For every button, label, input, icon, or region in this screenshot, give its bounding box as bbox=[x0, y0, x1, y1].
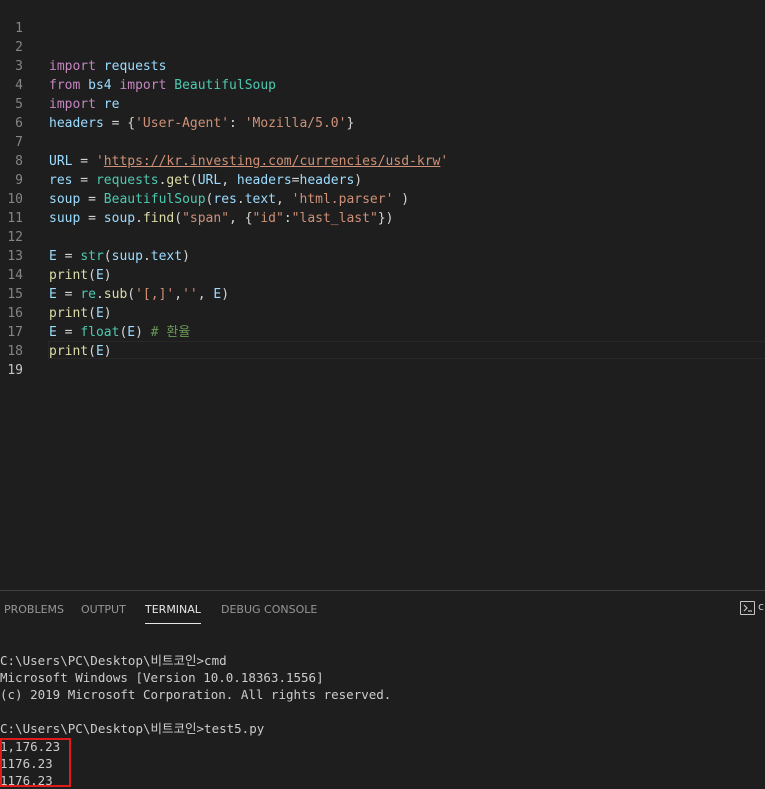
code-line-17[interactable]: 17 print(E) bbox=[0, 304, 765, 359]
terminal-line: C:\Users\PC\Desktop\비트코인>cmd bbox=[0, 653, 227, 668]
code-line-3[interactable]: 3 from bs4 import BeautifulSoup bbox=[0, 38, 765, 93]
code-line-8[interactable]: 8 res = requests.get(URL, headers=header… bbox=[0, 133, 765, 188]
code-line-7[interactable]: 7 URL = 'https://kr.investing.com/curren… bbox=[0, 114, 765, 169]
tab-output[interactable]: OUTPUT bbox=[81, 603, 126, 623]
tab-terminal[interactable]: TERMINAL bbox=[145, 603, 201, 624]
terminal-line: (c) 2019 Microsoft Corporation. All righ… bbox=[0, 687, 392, 702]
terminal-line: C:\Users\PC\Desktop\비트코인>test5.py bbox=[0, 721, 265, 736]
code-line-11[interactable]: 11 bbox=[0, 190, 765, 226]
terminal-icon-glyph bbox=[743, 604, 752, 612]
terminal-line: Microsoft Windows [Version 10.0.18363.15… bbox=[0, 670, 324, 685]
tab-problems[interactable]: PROBLEMS bbox=[4, 603, 64, 623]
terminal-icon[interactable] bbox=[740, 601, 755, 615]
code-line-4[interactable]: 4 import re bbox=[0, 57, 765, 112]
code-line-13[interactable]: 13 print(E) bbox=[0, 228, 765, 283]
code-line-16[interactable]: 16 E = float(E) # 환율 bbox=[0, 285, 765, 340]
code-line-1[interactable]: 1 bbox=[0, 0, 765, 36]
code-line-14[interactable]: 14 E = re.sub('[,]','', E) bbox=[0, 247, 765, 302]
code-editor[interactable]: 1 2 import requests 3 from bs4 import Be… bbox=[0, 0, 765, 590]
tab-debug-console[interactable]: DEBUG CONSOLE bbox=[221, 603, 317, 623]
code-line-19[interactable]: 19 bbox=[0, 342, 765, 378]
code-line-12[interactable]: 12 E = str(suup.text) bbox=[0, 209, 765, 264]
code-line-6[interactable]: 6 bbox=[0, 95, 765, 131]
code-line-10[interactable]: 10 suup = soup.find("span", {"id":"last_… bbox=[0, 171, 765, 226]
panel-tabs: PROBLEMS OUTPUT TERMINAL DEBUG CONSOLE c bbox=[0, 591, 765, 627]
red-highlight-box bbox=[0, 738, 71, 787]
code-line-9[interactable]: 9 soup = BeautifulSoup(res.text, 'html.p… bbox=[0, 152, 765, 207]
code-line-18[interactable]: 18 bbox=[0, 323, 765, 359]
code-line-15[interactable]: 15 print(E) bbox=[0, 266, 765, 321]
code-line-5[interactable]: 5 headers = {'User-Agent': 'Mozilla/5.0'… bbox=[0, 76, 765, 131]
code-line-2[interactable]: 2 import requests bbox=[0, 19, 765, 74]
terminal-selector-label[interactable]: c bbox=[758, 600, 764, 613]
line-number: 19 bbox=[7, 363, 23, 378]
